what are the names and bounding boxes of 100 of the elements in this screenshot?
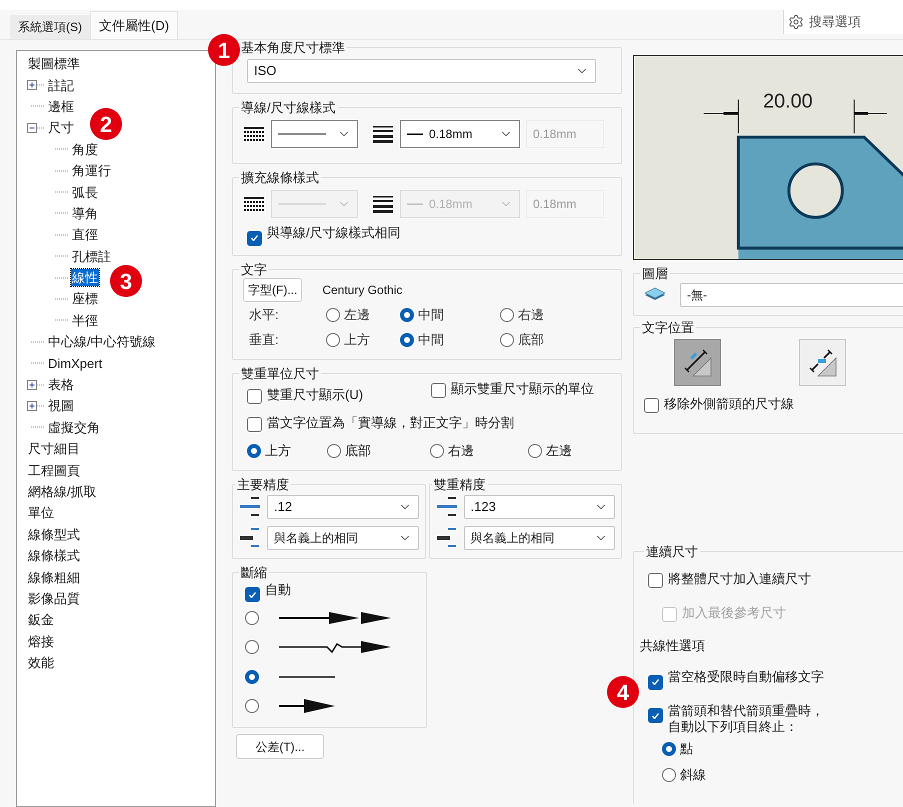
tree-item[interactable]: 註記 [47, 76, 75, 94]
tree-item[interactable]: 鈑金 [27, 611, 55, 628]
checkbox[interactable] [648, 674, 663, 690]
line-sample-icon [407, 132, 423, 136]
checkbox[interactable] [431, 382, 446, 398]
radio-label: 左邊 [546, 442, 572, 460]
radio-button[interactable] [430, 444, 444, 458]
precision-icon [436, 496, 458, 518]
font-name: Century Gothic [322, 282, 402, 298]
tree-item[interactable]: 角運行 [71, 162, 112, 180]
line-weight-icon [372, 125, 394, 143]
group-title: 雙重單位尺寸 [240, 366, 320, 380]
tree-item[interactable]: 虛擬交角 [47, 418, 101, 436]
tree-item[interactable]: 線性 [71, 269, 99, 286]
collapse-icon[interactable] [27, 122, 45, 133]
tree-item[interactable]: 孔標註 [71, 248, 112, 265]
tree-item[interactable]: 視圖 [47, 397, 75, 414]
text-position-button[interactable] [674, 339, 721, 386]
expand-icon[interactable] [27, 80, 45, 90]
checkbox-label: 當箭頭和替代箭頭重疊時，自動以下列項目終止： [668, 702, 825, 734]
checkbox-label: 移除外側箭頭的尺寸線 [664, 396, 794, 412]
checkbox-label: 自動 [265, 582, 291, 598]
tree-item[interactable]: 中心線/中心符號線 [47, 333, 157, 350]
dropdown[interactable]: 與名義上的相同 [464, 526, 615, 550]
tree-item[interactable]: 線條型式 [27, 526, 81, 543]
tree-item[interactable]: 導角 [71, 204, 99, 222]
line-style-dropdown[interactable] [271, 120, 358, 148]
tree-item[interactable]: 線條樣式 [27, 547, 81, 564]
tree-item[interactable]: 效能 [27, 654, 55, 672]
radio-button[interactable] [245, 699, 259, 714]
tab[interactable]: 文件屬性(D) [90, 11, 178, 39]
tree-item[interactable]: 直徑 [71, 226, 99, 244]
checkmark-icon [251, 235, 258, 241]
checkbox-label: 加入最後參考尺寸 [682, 605, 786, 621]
dropdown[interactable]: .123 [464, 495, 615, 519]
radio-label: 上方 [344, 331, 370, 350]
radio-button[interactable] [662, 742, 676, 756]
tree-item[interactable]: 半徑 [71, 312, 99, 329]
tree-item[interactable]: 尺寸 [47, 119, 75, 136]
tree-item[interactable]: 弧長 [71, 184, 99, 201]
line-sample-icon [278, 132, 326, 136]
checkbox-label: 雙重尺寸顯示(U) [267, 386, 364, 402]
radio-button[interactable] [500, 333, 514, 347]
radio-button[interactable] [245, 610, 259, 625]
tree-item[interactable]: 網格線/抓取 [27, 483, 98, 500]
radio-button[interactable] [245, 640, 259, 654]
checkbox[interactable] [644, 398, 659, 413]
expand-icon[interactable] [27, 400, 45, 411]
dropdown[interactable]: -無- [680, 283, 903, 307]
tree-item[interactable]: 熔接 [27, 632, 55, 650]
tree-item[interactable]: DimXpert [47, 354, 104, 372]
tree-item[interactable]: 表格 [47, 376, 75, 394]
font-button[interactable]: 字型(F)... [243, 278, 302, 302]
radio-button[interactable] [245, 670, 259, 684]
radio-button[interactable] [326, 308, 340, 322]
checkbox[interactable] [245, 587, 260, 602]
tree-item[interactable]: 製圖標準 [27, 55, 81, 72]
radio-label: 中間 [418, 306, 444, 324]
dimension-text: 20.00 [763, 90, 813, 112]
radio-button[interactable] [326, 333, 340, 347]
radio-button[interactable] [327, 444, 341, 458]
tree-item[interactable]: 角度 [71, 140, 99, 158]
break-style-drawing [279, 699, 335, 714]
radio-button[interactable] [400, 308, 414, 322]
tree-item[interactable]: 邊框 [47, 98, 75, 115]
layers-icon [644, 287, 666, 303]
checkbox[interactable] [247, 388, 262, 404]
tree-item[interactable]: 座標 [71, 290, 99, 308]
line-style-icon [243, 125, 265, 143]
radio-label: 點 [680, 740, 693, 758]
line-sample-icon [278, 202, 326, 206]
text-position-icon [682, 348, 712, 378]
tree-item[interactable]: 工程圖頁 [27, 462, 81, 479]
tab[interactable]: 系統選項(S) [10, 15, 90, 39]
dropdown[interactable]: ISO [247, 59, 596, 83]
expand-icon[interactable] [27, 380, 45, 390]
tree-item[interactable]: 尺寸細目 [27, 440, 81, 458]
dropdown[interactable]: .12 [267, 495, 418, 519]
radio-button[interactable] [247, 444, 261, 458]
radio-label: 底部 [345, 442, 371, 460]
radio-button[interactable] [662, 768, 676, 782]
checkbox-label: 與導線/尺寸線樣式相同 [267, 225, 401, 241]
line-weight-dropdown[interactable]: 0.18mm [400, 120, 520, 148]
radio-button[interactable] [500, 308, 514, 322]
checkbox-label: 顯示雙重尺寸顯示的單位 [451, 380, 594, 396]
checkbox[interactable] [648, 572, 663, 588]
checkbox[interactable] [247, 417, 262, 432]
dropdown[interactable]: 與名義上的相同 [267, 526, 418, 550]
tolerance-button[interactable]: 公差(T)... [236, 734, 324, 759]
tree-item[interactable]: 單位 [27, 504, 55, 522]
checkbox-label: 當文字位置為「實導線，對正文字」時分割 [267, 415, 514, 431]
radio-button[interactable] [528, 444, 542, 458]
checkbox[interactable] [648, 708, 663, 723]
radio-button[interactable] [400, 333, 414, 347]
tree-item[interactable]: 線條粗細 [27, 568, 81, 586]
group-title: 文字位置 [641, 320, 695, 335]
search-field[interactable]: 搜尋選項 [783, 10, 903, 34]
tree-item[interactable]: 影像品質 [27, 590, 81, 607]
group-title: 雙重精度 [432, 476, 486, 492]
text-position-button[interactable] [799, 339, 846, 386]
